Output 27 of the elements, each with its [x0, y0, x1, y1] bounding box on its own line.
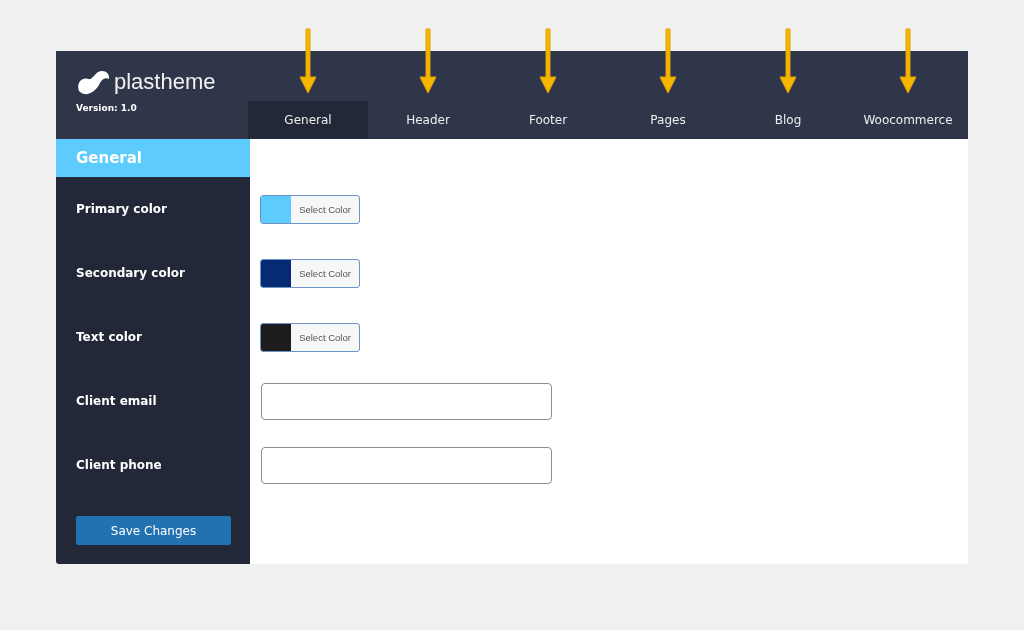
color-picker[interactable]: Select Color [260, 194, 360, 224]
tab[interactable]: Blog [728, 101, 848, 139]
arrow-icon [658, 27, 678, 95]
text-field[interactable] [261, 446, 552, 484]
tab[interactable]: Footer [488, 101, 608, 139]
color-picker[interactable]: Select Color [260, 258, 360, 288]
field-label: Secondary color [76, 266, 185, 280]
save-button[interactable]: Save Changes [76, 516, 231, 545]
tab[interactable]: Pages [608, 101, 728, 139]
text-field[interactable] [261, 382, 552, 420]
brand-name: plastheme [114, 69, 216, 95]
arrow-icon [778, 27, 798, 95]
arrow-icon [898, 27, 918, 95]
arrow-icon [298, 27, 318, 95]
field-label: Client phone [76, 458, 162, 472]
tab[interactable]: Header [368, 101, 488, 139]
color-picker[interactable]: Select Color [260, 322, 360, 352]
tab[interactable]: Woocommerce [848, 101, 968, 139]
section-heading: General [56, 139, 250, 177]
version-label: Version: 1.0 [76, 103, 138, 113]
arrow-icon [418, 27, 438, 95]
logo-icon [76, 69, 110, 95]
arrow-icon [538, 27, 558, 95]
field-label: Text color [76, 330, 143, 344]
field-label: Primary color [76, 202, 167, 216]
field-label: Client email [76, 394, 157, 408]
tab[interactable]: General [248, 101, 368, 139]
